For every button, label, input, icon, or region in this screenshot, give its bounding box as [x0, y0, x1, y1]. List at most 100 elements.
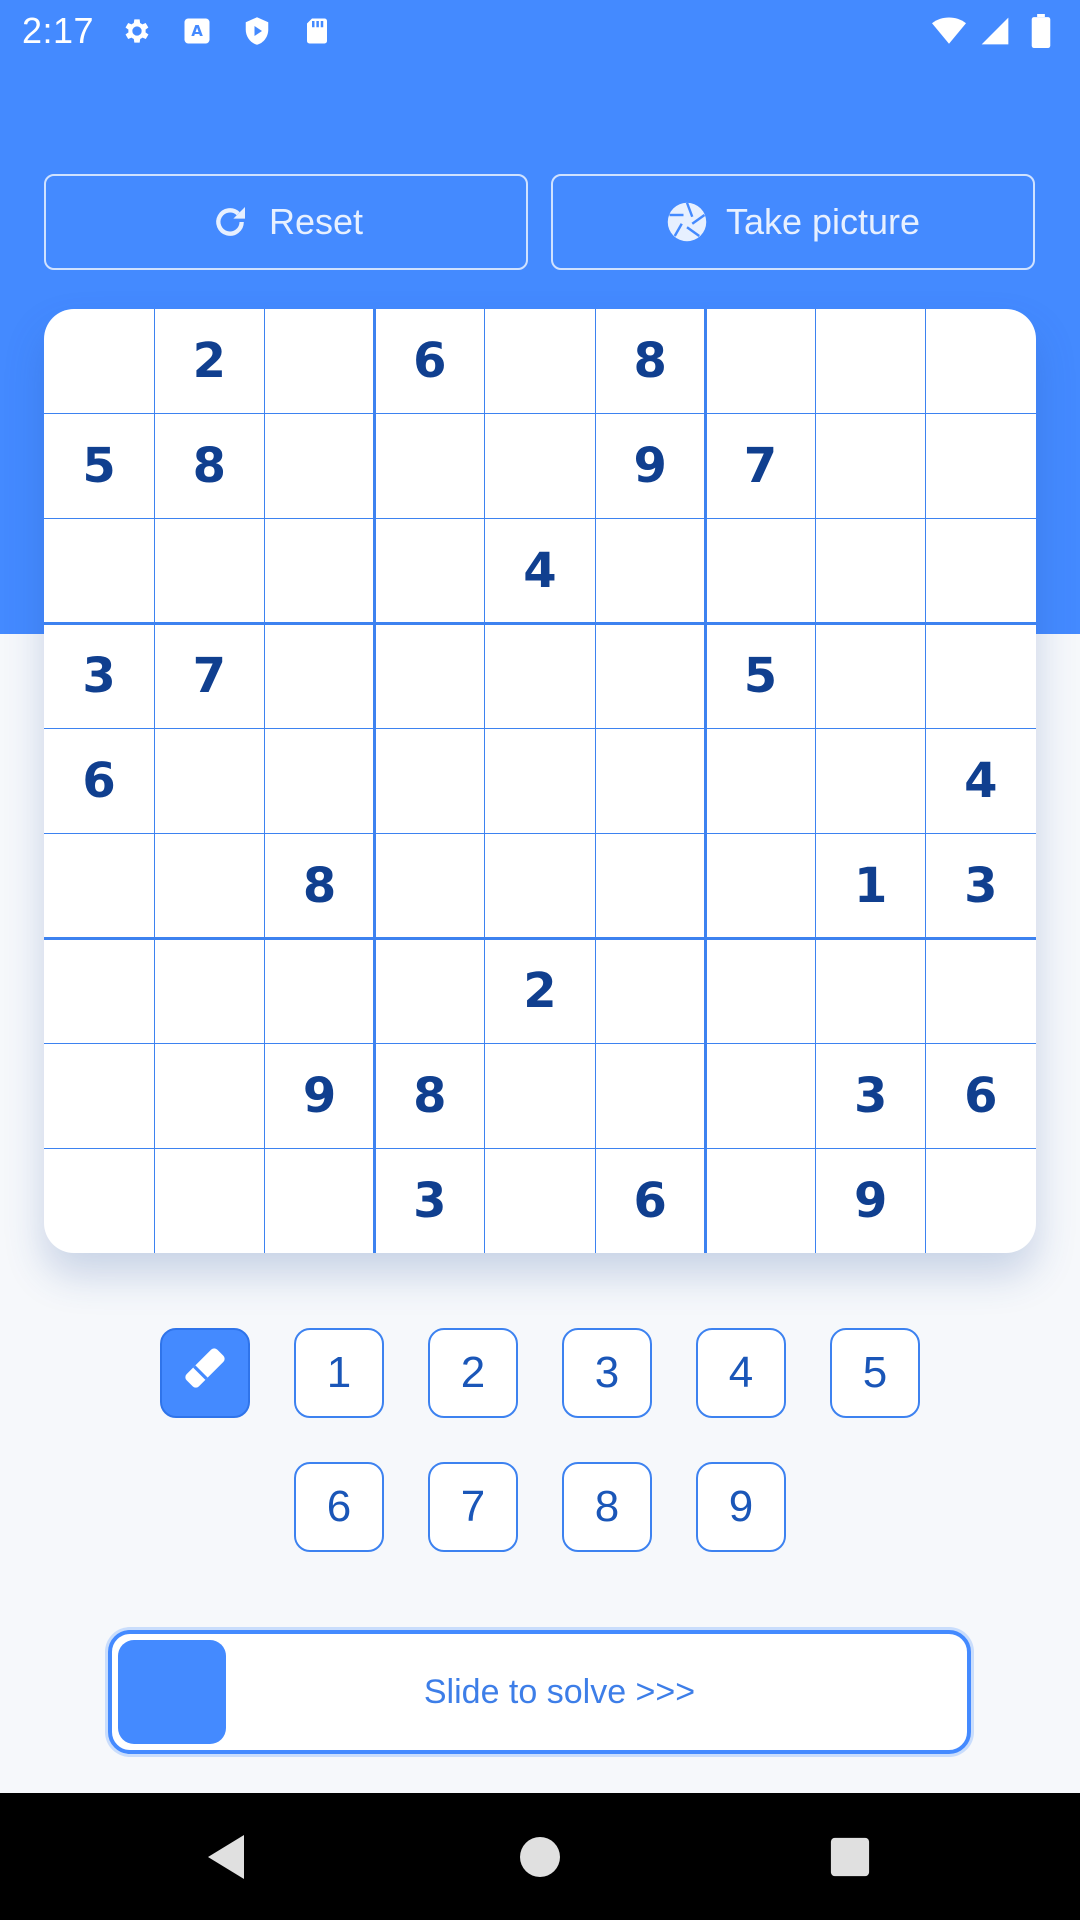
sudoku-cell[interactable]: [264, 519, 374, 624]
sudoku-cell[interactable]: [44, 519, 154, 624]
sudoku-cell[interactable]: 3: [44, 624, 154, 729]
back-triangle-icon[interactable]: [198, 1829, 254, 1885]
sudoku-cell[interactable]: [816, 729, 926, 834]
sudoku-cell[interactable]: 9: [595, 414, 705, 519]
sudoku-cell[interactable]: 4: [926, 729, 1036, 834]
sudoku-cell[interactable]: [485, 729, 595, 834]
sudoku-cell[interactable]: [375, 624, 485, 729]
sudoku-cell[interactable]: [375, 833, 485, 938]
sudoku-cell[interactable]: [154, 1148, 264, 1253]
pad-button-1[interactable]: 1: [294, 1328, 384, 1418]
pad-button-7[interactable]: 7: [428, 1462, 518, 1552]
pad-button-6[interactable]: 6: [294, 1462, 384, 1552]
sudoku-cell[interactable]: [595, 833, 705, 938]
sudoku-cell[interactable]: [264, 309, 374, 414]
pad-button-2[interactable]: 2: [428, 1328, 518, 1418]
sudoku-cell[interactable]: [816, 414, 926, 519]
sudoku-cell[interactable]: 3: [816, 1043, 926, 1148]
pad-button-5[interactable]: 5: [830, 1328, 920, 1418]
pad-button-9[interactable]: 9: [696, 1462, 786, 1552]
sudoku-cell[interactable]: [264, 938, 374, 1043]
sudoku-cell[interactable]: [375, 729, 485, 834]
sudoku-cell[interactable]: 7: [705, 414, 815, 519]
sudoku-cell[interactable]: [375, 519, 485, 624]
sudoku-cell[interactable]: [926, 624, 1036, 729]
sudoku-cell[interactable]: [926, 309, 1036, 414]
sudoku-cell[interactable]: [816, 938, 926, 1043]
sudoku-cell[interactable]: [595, 624, 705, 729]
sudoku-cell[interactable]: 5: [44, 414, 154, 519]
sudoku-cell[interactable]: [485, 833, 595, 938]
sudoku-cell[interactable]: 4: [485, 519, 595, 624]
sudoku-cell[interactable]: [816, 519, 926, 624]
sudoku-cell[interactable]: [375, 938, 485, 1043]
sudoku-cell[interactable]: [926, 1148, 1036, 1253]
pad-button-4[interactable]: 4: [696, 1328, 786, 1418]
sudoku-cell[interactable]: [595, 519, 705, 624]
sudoku-cell[interactable]: 6: [44, 729, 154, 834]
sudoku-cell[interactable]: [264, 729, 374, 834]
sudoku-cell[interactable]: 9: [816, 1148, 926, 1253]
sudoku-cell[interactable]: [595, 938, 705, 1043]
sudoku-cell[interactable]: [595, 1043, 705, 1148]
sudoku-cell[interactable]: [44, 309, 154, 414]
sudoku-cell[interactable]: [264, 1148, 374, 1253]
sudoku-cell[interactable]: [154, 729, 264, 834]
sudoku-cell[interactable]: [154, 519, 264, 624]
sudoku-cell[interactable]: 5: [705, 624, 815, 729]
sudoku-cell[interactable]: [44, 1148, 154, 1253]
sudoku-cell[interactable]: [485, 1043, 595, 1148]
sudoku-cell[interactable]: 2: [154, 309, 264, 414]
reset-button[interactable]: Reset: [44, 174, 528, 270]
sudoku-cell[interactable]: [705, 729, 815, 834]
sudoku-cell[interactable]: [375, 414, 485, 519]
sudoku-cell[interactable]: [44, 938, 154, 1043]
sudoku-cell[interactable]: [926, 938, 1036, 1043]
sudoku-cell[interactable]: 6: [375, 309, 485, 414]
pad-button-8[interactable]: 8: [562, 1462, 652, 1552]
sudoku-cell[interactable]: [816, 624, 926, 729]
sudoku-cell[interactable]: [264, 414, 374, 519]
sudoku-cell[interactable]: [485, 309, 595, 414]
sudoku-cell[interactable]: [926, 519, 1036, 624]
sudoku-cell[interactable]: [485, 624, 595, 729]
recents-square-icon[interactable]: [822, 1829, 878, 1885]
sudoku-cell[interactable]: [485, 1148, 595, 1253]
grid-line-vertical: [153, 309, 155, 1253]
take-picture-button[interactable]: Take picture: [551, 174, 1035, 270]
sudoku-cell[interactable]: 8: [264, 833, 374, 938]
sudoku-cell[interactable]: [154, 1043, 264, 1148]
sudoku-cell[interactable]: 8: [154, 414, 264, 519]
slide-to-solve[interactable]: Slide to solve >>>: [108, 1630, 971, 1754]
sudoku-cell[interactable]: [705, 938, 815, 1043]
home-circle-icon[interactable]: [512, 1829, 568, 1885]
sudoku-cell[interactable]: 8: [375, 1043, 485, 1148]
sudoku-cell[interactable]: [705, 1148, 815, 1253]
sudoku-cell[interactable]: [44, 1043, 154, 1148]
slider-thumb[interactable]: [118, 1640, 226, 1744]
sudoku-cell[interactable]: [705, 519, 815, 624]
pad-button-3[interactable]: 3: [562, 1328, 652, 1418]
sudoku-cell[interactable]: [705, 833, 815, 938]
sudoku-cell[interactable]: 1: [816, 833, 926, 938]
sudoku-cell[interactable]: [926, 414, 1036, 519]
sudoku-cell[interactable]: 3: [926, 833, 1036, 938]
sudoku-cell[interactable]: 6: [595, 1148, 705, 1253]
sudoku-cell[interactable]: 6: [926, 1043, 1036, 1148]
refresh-icon: [209, 201, 251, 243]
sudoku-cell[interactable]: [264, 624, 374, 729]
sudoku-cell[interactable]: 3: [375, 1148, 485, 1253]
sudoku-cell[interactable]: [705, 1043, 815, 1148]
sudoku-cell[interactable]: 8: [595, 309, 705, 414]
eraser-button[interactable]: [160, 1328, 250, 1418]
sudoku-cell[interactable]: 7: [154, 624, 264, 729]
sudoku-cell[interactable]: [595, 729, 705, 834]
sudoku-cell[interactable]: [816, 309, 926, 414]
sudoku-cell[interactable]: [485, 414, 595, 519]
sudoku-cell[interactable]: 9: [264, 1043, 374, 1148]
sudoku-cell[interactable]: [154, 938, 264, 1043]
sudoku-cell[interactable]: 2: [485, 938, 595, 1043]
sudoku-cell[interactable]: [154, 833, 264, 938]
sudoku-cell[interactable]: [44, 833, 154, 938]
sudoku-cell[interactable]: [705, 309, 815, 414]
